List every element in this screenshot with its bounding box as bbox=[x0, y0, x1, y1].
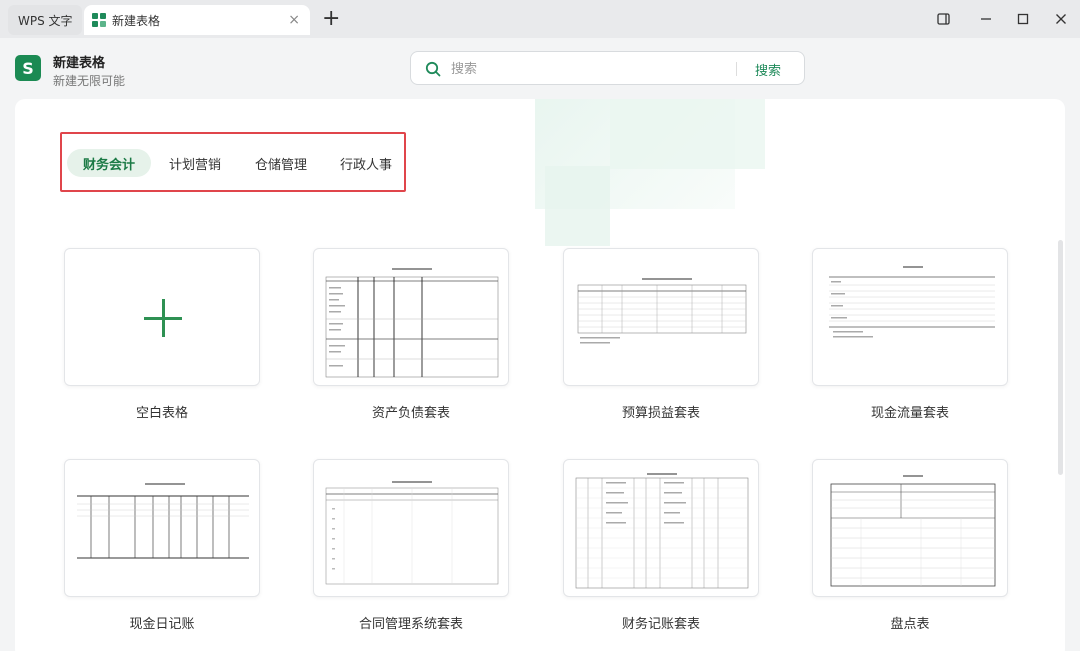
search-bar: 搜索 bbox=[410, 51, 805, 85]
restore-window-icon[interactable] bbox=[932, 8, 956, 30]
template-card-blank[interactable] bbox=[64, 248, 260, 386]
template-label: 空白表格 bbox=[135, 406, 188, 421]
title-bar: WPS 文字 新建表格 × + bbox=[0, 0, 1080, 38]
template-thumbnail bbox=[325, 268, 499, 378]
close-window-icon[interactable] bbox=[1049, 8, 1073, 30]
template-thumbnail bbox=[577, 278, 747, 344]
template-label: 现金流量套表 bbox=[870, 406, 949, 421]
template-card-budget-pl[interactable] bbox=[563, 248, 759, 386]
template-thumbnail bbox=[830, 475, 996, 587]
template-label: 预算损益套表 bbox=[621, 406, 700, 421]
close-icon[interactable]: × bbox=[288, 12, 300, 28]
template-label: 资产负债套表 bbox=[371, 406, 450, 421]
category-tab-admin-hr[interactable]: 行政人事 bbox=[326, 149, 406, 177]
scrollbar[interactable] bbox=[1058, 240, 1063, 475]
template-card-cash-flow[interactable] bbox=[812, 248, 1008, 386]
search-icon bbox=[425, 61, 441, 77]
template-panel: 财务会计 计划营销 仓储管理 行政人事 空白表格 资产负债套表 预算损益套表 现… bbox=[15, 99, 1065, 651]
decorative-shape bbox=[610, 99, 765, 169]
tab-label: WPS 文字 bbox=[18, 13, 73, 28]
maximize-icon[interactable] bbox=[1011, 8, 1035, 30]
search-button[interactable]: 搜索 bbox=[755, 60, 781, 79]
tab-new-spreadsheet[interactable]: 新建表格 × bbox=[84, 5, 310, 35]
template-card-inventory[interactable] bbox=[812, 459, 1008, 597]
category-tab-finance[interactable]: 财务会计 bbox=[67, 149, 151, 177]
template-card-cash-journal[interactable] bbox=[64, 459, 260, 597]
template-thumbnail bbox=[77, 483, 249, 559]
search-divider bbox=[736, 62, 737, 76]
search-input[interactable] bbox=[451, 58, 721, 80]
template-card-balance-sheet[interactable] bbox=[313, 248, 509, 386]
tab-wps-writer[interactable]: WPS 文字 bbox=[8, 5, 82, 35]
template-card-bookkeeping[interactable] bbox=[563, 459, 759, 597]
spreadsheet-app-icon: S bbox=[15, 55, 41, 81]
category-tab-warehouse[interactable]: 仓储管理 bbox=[241, 149, 321, 177]
decorative-shape bbox=[545, 166, 610, 246]
template-label: 现金日记账 bbox=[129, 617, 195, 632]
category-tab-marketing[interactable]: 计划营销 bbox=[155, 149, 235, 177]
plus-icon[interactable]: + bbox=[322, 6, 340, 32]
template-card-contract-mgmt[interactable] bbox=[313, 459, 509, 597]
template-label: 合同管理系统套表 bbox=[358, 617, 463, 632]
template-label: 盘点表 bbox=[890, 617, 930, 632]
template-label: 财务记账套表 bbox=[621, 617, 700, 632]
template-thumbnail bbox=[575, 473, 749, 589]
spreadsheet-icon bbox=[92, 13, 106, 27]
template-thumbnail bbox=[829, 266, 995, 338]
template-thumbnail bbox=[325, 481, 499, 585]
tab-label: 新建表格 bbox=[112, 13, 161, 28]
page-title: 新建表格 bbox=[53, 56, 106, 71]
minimize-icon[interactable] bbox=[974, 8, 998, 30]
page-subtitle: 新建无限可能 bbox=[53, 74, 126, 88]
plus-icon bbox=[162, 299, 165, 337]
